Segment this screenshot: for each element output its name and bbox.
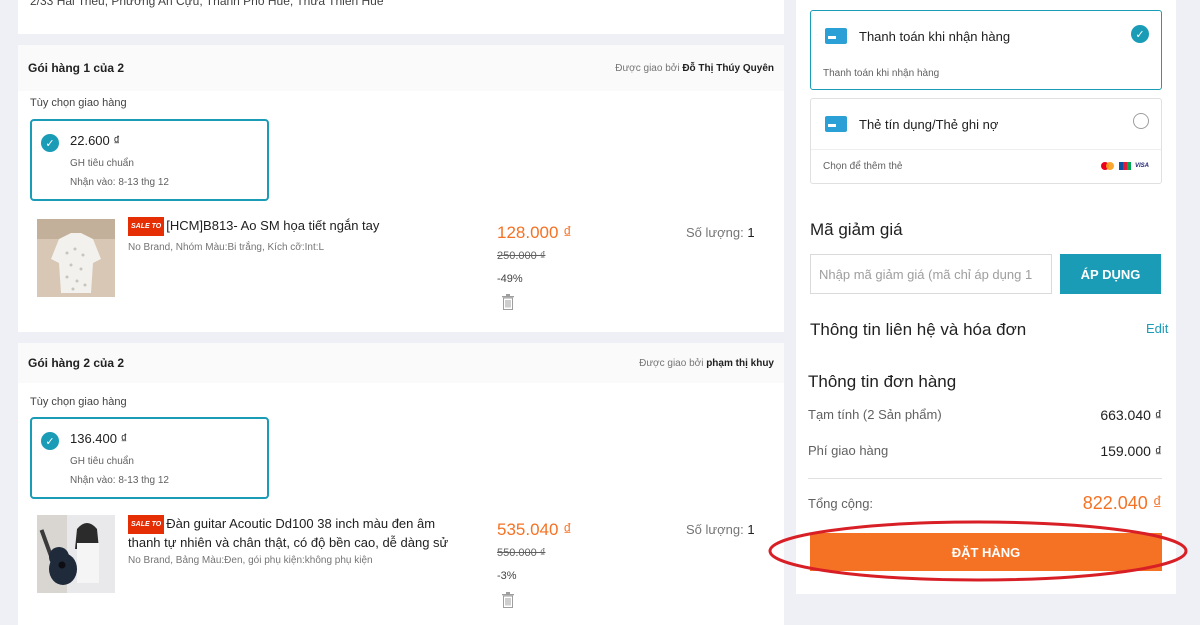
quantity: Số lượng: 1 xyxy=(686,522,755,537)
product-title[interactable]: SALE TO [HCM]B813- Ao SM họa tiết ngắn ta… xyxy=(128,217,463,236)
shipping-option-card[interactable]: ✓ 22.600 ₫ GH tiêu chuẩn Nhận vào: 8-13 … xyxy=(30,119,269,201)
shipping-type: GH tiêu chuẩn xyxy=(70,158,134,169)
check-icon: ✓ xyxy=(1131,25,1149,43)
address-card: 2/33 Hải Triều, Phường An Cựu, Thành Phố… xyxy=(18,0,784,34)
package-header: Gói hàng 2 của 2 Được giao bởi phạm thị … xyxy=(18,343,784,383)
radio-button[interactable] xyxy=(1133,113,1149,129)
shipping-price: 22.600 ₫ xyxy=(70,133,121,148)
jcb-icon xyxy=(1118,162,1131,170)
sale-badge: SALE TO xyxy=(128,217,165,236)
seller-name[interactable]: Đỗ Thị Thúy Quyên xyxy=(682,63,774,74)
total-value: 822.040 ₫ xyxy=(1082,493,1162,513)
package-title: Gói hàng 1 của 2 xyxy=(28,61,125,75)
product-title[interactable]: SALE TO Đàn guitar Acoutic Dd100 38 inch … xyxy=(128,515,463,551)
delivery-option-label: Tùy chọn giao hàng xyxy=(30,396,127,408)
card-brands: VISA xyxy=(1100,162,1149,170)
total-row: Tổng cộng: 822.040 ₫ xyxy=(808,493,1162,514)
address-line: 2/33 Hải Triều, Phường An Cựu, Thành Phố… xyxy=(30,0,384,8)
seller-name[interactable]: phạm thị khuy xyxy=(706,358,774,369)
package-seller: Được giao bởi phạm thị khuy xyxy=(639,357,774,369)
shipping-price: 136.400 ₫ xyxy=(70,431,128,446)
voucher-title: Mã giảm giá xyxy=(810,220,903,239)
payment-card-label: Thẻ tín dụng/Thẻ ghi nợ xyxy=(859,116,999,132)
edit-contact-link[interactable]: Edit xyxy=(1146,321,1168,336)
payment-option-cod[interactable]: Thanh toán khi nhận hàng ✓ Thanh toán kh… xyxy=(810,10,1162,90)
product-image-shirt[interactable] xyxy=(37,219,115,297)
apply-voucher-button[interactable]: ÁP DỤNG xyxy=(1060,254,1161,294)
shipping-type: GH tiêu chuẩn xyxy=(70,456,134,467)
product-price: 535.040 ₫ xyxy=(497,520,572,539)
product-image-guitar[interactable] xyxy=(37,515,115,593)
contact-title: Thông tin liên hệ và hóa đơn xyxy=(810,320,1027,339)
product-variant: No Brand, Bảng Màu:Đen, gói phụ kiện:khô… xyxy=(128,555,373,566)
sale-badge: SALE TO xyxy=(128,515,165,534)
product-variant: No Brand, Nhóm Màu:Bi trắng, Kích cỡ:Int… xyxy=(128,242,325,253)
payment-card-sub: Chọn để thêm thẻ xyxy=(823,161,903,172)
product-price: 128.000 ₫ xyxy=(497,223,572,242)
cash-icon xyxy=(825,28,847,44)
check-icon: ✓ xyxy=(41,134,59,152)
shipping-option-card[interactable]: ✓ 136.400 ₫ GH tiêu chuẩn Nhận vào: 8-13… xyxy=(30,417,269,499)
check-icon: ✓ xyxy=(41,432,59,450)
place-order-button[interactable]: ĐẶT HÀNG xyxy=(810,533,1162,571)
package-2: Gói hàng 2 của 2 Được giao bởi phạm thị … xyxy=(18,343,784,625)
shipping-fee-label: Phí giao hàng xyxy=(808,443,889,458)
divider xyxy=(808,478,1162,479)
delivery-option-label: Tùy chọn giao hàng xyxy=(30,97,127,109)
product-discount: -49% xyxy=(497,273,523,285)
product-old-price: 550.000 ₫ xyxy=(497,547,546,559)
package-1: Gói hàng 1 của 2 Được giao bởi Đỗ Thị Th… xyxy=(18,45,784,332)
subtotal-row: Tạm tính (2 Sản phẩm) 663.040 ₫ xyxy=(808,407,1162,423)
checkout-summary-panel: Thanh toán khi nhận hàng ✓ Thanh toán kh… xyxy=(796,0,1176,594)
subtotal-value: 663.040 ₫ xyxy=(1100,407,1162,423)
credit-card-icon xyxy=(825,116,847,132)
payment-cod-label: Thanh toán khi nhận hàng xyxy=(859,28,1011,44)
mastercard-icon xyxy=(1100,162,1115,170)
package-seller: Được giao bởi Đỗ Thị Thúy Quyên xyxy=(615,62,774,74)
payment-cod-sub: Thanh toán khi nhận hàng xyxy=(823,67,940,79)
quantity: Số lượng: 1 xyxy=(686,225,755,240)
product-old-price: 250.000 ₫ xyxy=(497,250,546,262)
package-header: Gói hàng 1 của 2 Được giao bởi Đỗ Thị Th… xyxy=(18,45,784,91)
shipping-eta: Nhận vào: 8-13 thg 12 xyxy=(70,475,169,486)
visa-icon: VISA xyxy=(1134,163,1149,169)
subtotal-label: Tạm tính (2 Sản phẩm) xyxy=(808,407,942,422)
package-title: Gói hàng 2 của 2 xyxy=(28,356,125,370)
shipping-fee-value: 159.000 ₫ xyxy=(1100,443,1162,459)
product-discount: -3% xyxy=(497,570,517,582)
shipping-fee-row: Phí giao hàng 159.000 ₫ xyxy=(808,443,1162,459)
voucher-input[interactable]: Nhập mã giảm giá (mã chỉ áp dụng 1 xyxy=(810,254,1052,294)
payment-option-card[interactable]: Thẻ tín dụng/Thẻ ghi nợ Chọn để thêm thẻ… xyxy=(810,98,1162,184)
trash-icon[interactable] xyxy=(501,592,515,608)
total-label: Tổng cộng: xyxy=(808,496,874,511)
trash-icon[interactable] xyxy=(501,294,515,310)
order-summary-title: Thông tin đơn hàng xyxy=(808,372,957,391)
shipping-eta: Nhận vào: 8-13 thg 12 xyxy=(70,177,169,188)
